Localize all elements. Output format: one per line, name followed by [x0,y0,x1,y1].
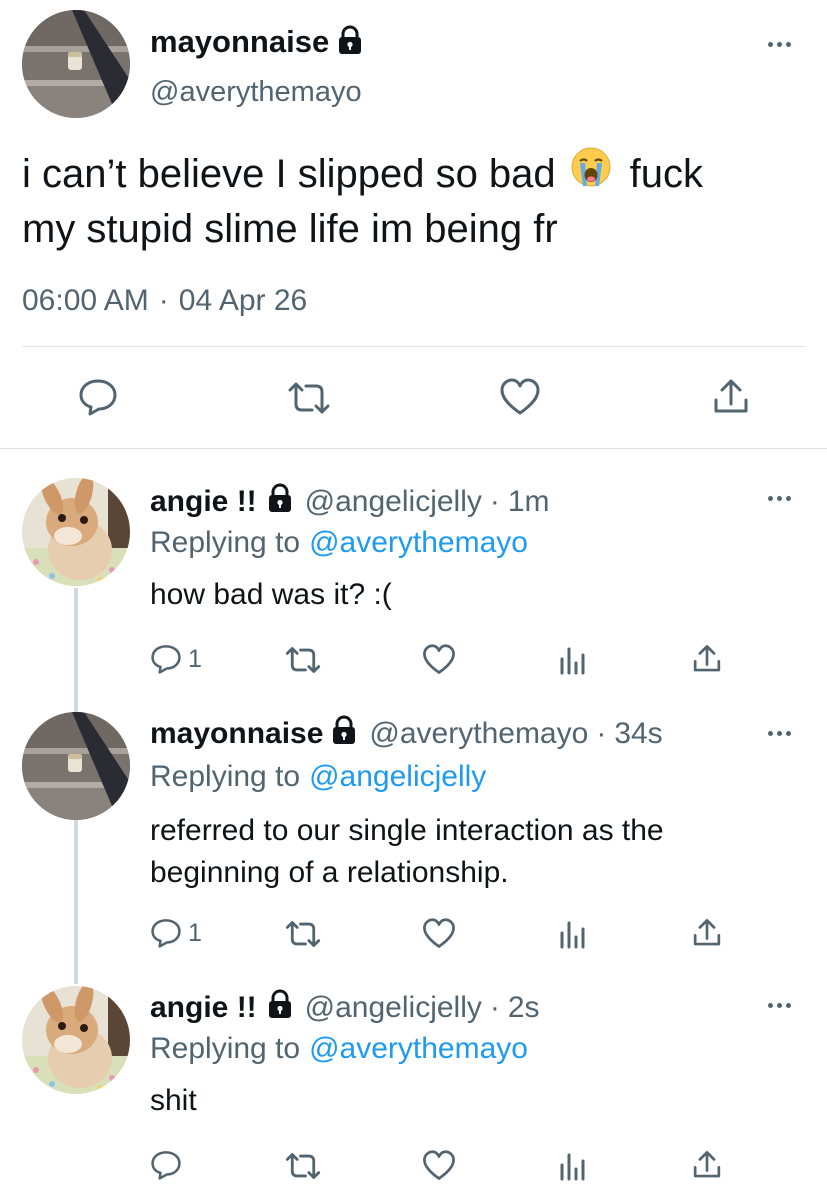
analytics-icon[interactable] [558,919,588,949]
meta-separator: · [489,991,500,1024]
avatar-mayonnaise[interactable] [22,712,130,820]
tweet-time: 06:00 AM [22,284,149,317]
avatar-angie[interactable] [22,478,130,586]
reply-icon[interactable] [150,644,182,674]
tweet-text-line1: i can’t believe I slipped so bad [22,152,556,196]
reply-count: 1 [188,645,202,673]
retweet-icon[interactable] [284,645,322,675]
reply-age[interactable]: 1m [508,485,550,519]
reply-text: referred to our single interaction as th… [150,810,664,894]
avatar-mayonnaise[interactable] [22,10,130,118]
replying-to-label: Replying to [150,760,301,793]
like-icon[interactable] [422,1150,456,1181]
handle[interactable]: @angelicjelly [305,485,482,519]
meta-separator: · [158,284,169,317]
reply-text: shit [150,1084,197,1117]
handle[interactable]: @angelicjelly [305,991,482,1025]
handle[interactable]: @averythemayo [150,76,362,109]
like-icon[interactable] [422,644,456,675]
avatar-angie[interactable] [22,986,130,1094]
reply-text: how bad was it? :( [150,578,392,611]
lock-icon [337,25,363,60]
reply-text-line: referred to our single interaction as th… [150,814,664,847]
tweet-date: 04 Apr 26 [178,284,308,317]
display-name[interactable]: angie !! [150,991,257,1025]
display-name[interactable]: mayonnaise [150,24,329,60]
more-options-icon[interactable] [768,1003,791,1008]
reply-icon[interactable] [78,378,118,416]
replying-to-link[interactable]: @angelicjelly [309,760,486,794]
like-icon[interactable] [422,918,456,949]
analytics-icon[interactable] [558,645,588,675]
loudly-crying-face-icon [570,146,612,202]
analytics-icon[interactable] [558,1151,588,1181]
display-name[interactable]: mayonnaise [150,717,323,751]
replying-to-label: Replying to [150,526,301,559]
more-options-icon[interactable] [768,496,791,501]
reply-age[interactable]: 34s [614,717,662,751]
divider [0,448,827,449]
share-icon[interactable] [692,918,722,948]
tweet-text-line1-end: fuck [629,152,704,196]
reply-icon[interactable] [150,1150,182,1180]
lock-icon [267,989,293,1027]
retweet-icon[interactable] [284,919,322,949]
handle[interactable]: @averythemayo [369,717,588,751]
share-icon[interactable] [692,1150,722,1180]
divider [22,346,806,347]
display-name[interactable]: angie !! [150,485,257,519]
meta-separator: · [596,717,607,750]
like-icon[interactable] [499,378,541,416]
replying-to-label: Replying to [150,1032,301,1065]
lock-icon [267,483,293,521]
share-icon[interactable] [692,644,722,674]
tweet-text: i can’t believe I slipped so bad fuck my… [22,146,703,256]
tweet-text-line2: my stupid slime life im being fr [22,207,558,251]
share-icon[interactable] [712,378,750,416]
replying-to-link[interactable]: @averythemayo [309,1032,528,1066]
more-options-icon[interactable] [768,42,791,47]
retweet-icon[interactable] [286,380,332,416]
more-options-icon[interactable] [768,731,791,736]
meta-separator: · [489,485,500,518]
reply-icon[interactable] [150,918,182,948]
retweet-icon[interactable] [284,1151,322,1181]
lock-icon [331,715,357,753]
replying-to-link[interactable]: @averythemayo [309,526,528,560]
reply-text-line: beginning of a relationship. [150,856,509,889]
reply-count: 1 [188,919,202,947]
reply-age[interactable]: 2s [508,991,540,1025]
